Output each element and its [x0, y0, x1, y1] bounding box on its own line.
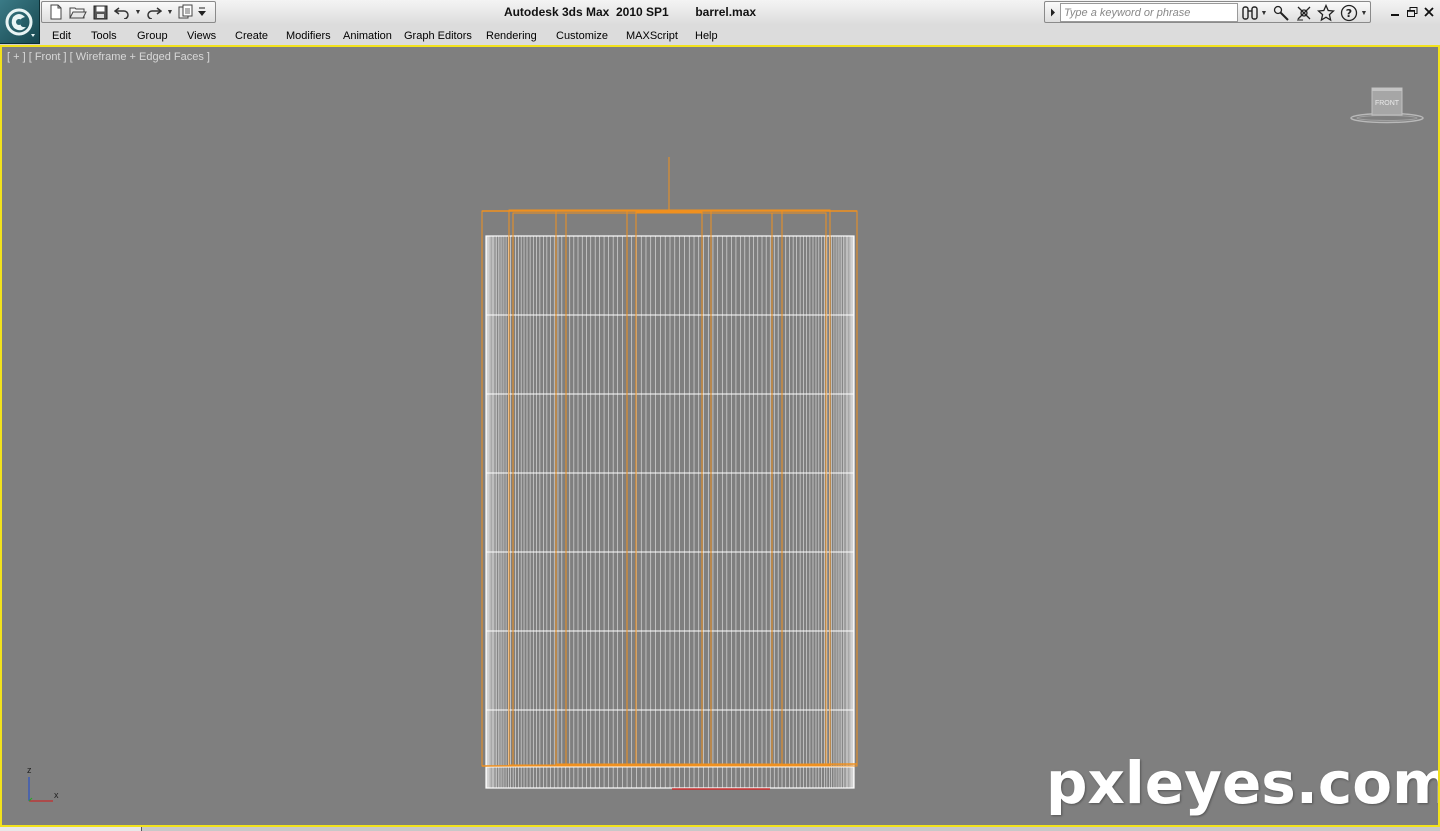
viewcube[interactable]: FRONT [1348, 85, 1426, 127]
viewport-label[interactable]: [ + ] [ Front ] [ Wireframe + Edged Face… [7, 51, 210, 63]
favorites-star-icon[interactable] [1316, 4, 1336, 22]
selection-box [555, 209, 783, 765]
menu-create[interactable]: Create [235, 28, 268, 44]
search-dropdown-icon[interactable]: ▼ [1260, 4, 1268, 22]
menu-maxscript[interactable]: MAXScript [626, 28, 678, 44]
selection-box [481, 210, 858, 767]
status-strip [0, 827, 1440, 831]
axis-tripod: z x [20, 763, 70, 807]
menu-group[interactable]: Group [137, 28, 168, 44]
expand-search-icon[interactable] [1047, 5, 1059, 20]
axis-z-label: z [27, 765, 32, 775]
communication-center-icon[interactable] [1271, 4, 1291, 22]
title-bar: ▼ ▼ Autodesk 3ds Max 2010 SP1 barrel.max… [0, 0, 1440, 25]
minimize-icon[interactable] [1388, 4, 1402, 20]
barrel-mesh-edges [485, 235, 855, 789]
front-viewport[interactable]: [ + ] [ Front ] [ Wireframe + Edged Face… [0, 45, 1440, 827]
close-icon[interactable] [1422, 4, 1436, 20]
selection-box [565, 212, 773, 765]
3dsmax-logo-icon[interactable] [0, 0, 40, 44]
menu-views[interactable]: Views [187, 28, 216, 44]
help-icon[interactable]: ? [1339, 4, 1359, 22]
selection-box [626, 209, 712, 765]
menu-rendering[interactable]: Rendering [486, 28, 537, 44]
menu-help[interactable]: Help [695, 28, 718, 44]
menu-bar: Edit Tools Group Views Create Modifiers … [40, 25, 1440, 45]
viewcube-face-label: FRONT [1375, 100, 1400, 107]
menu-modifiers[interactable]: Modifiers [286, 28, 331, 44]
axis-x-label: x [54, 790, 59, 800]
menu-animation[interactable]: Animation [343, 28, 392, 44]
menu-customize[interactable]: Customize [556, 28, 608, 44]
barrel-wireframe[interactable] [2, 47, 1438, 825]
help-dropdown-icon[interactable]: ▼ [1360, 4, 1368, 22]
satellite-icon[interactable] [1294, 4, 1314, 22]
selection-box [512, 212, 827, 767]
window-controls [1388, 4, 1440, 20]
svg-text:?: ? [1346, 7, 1352, 20]
menu-tools[interactable]: Tools [91, 28, 117, 44]
infocenter-toolbar: ▼ ? ▼ [1044, 1, 1371, 23]
watermark: pxleyes.com [1046, 749, 1440, 817]
restore-icon[interactable] [1405, 4, 1419, 20]
binoculars-icon[interactable] [1240, 4, 1260, 22]
menu-edit[interactable]: Edit [52, 28, 71, 44]
search-input[interactable] [1060, 3, 1238, 22]
time-slider[interactable] [0, 827, 142, 831]
menu-graph-editors[interactable]: Graph Editors [404, 28, 472, 44]
